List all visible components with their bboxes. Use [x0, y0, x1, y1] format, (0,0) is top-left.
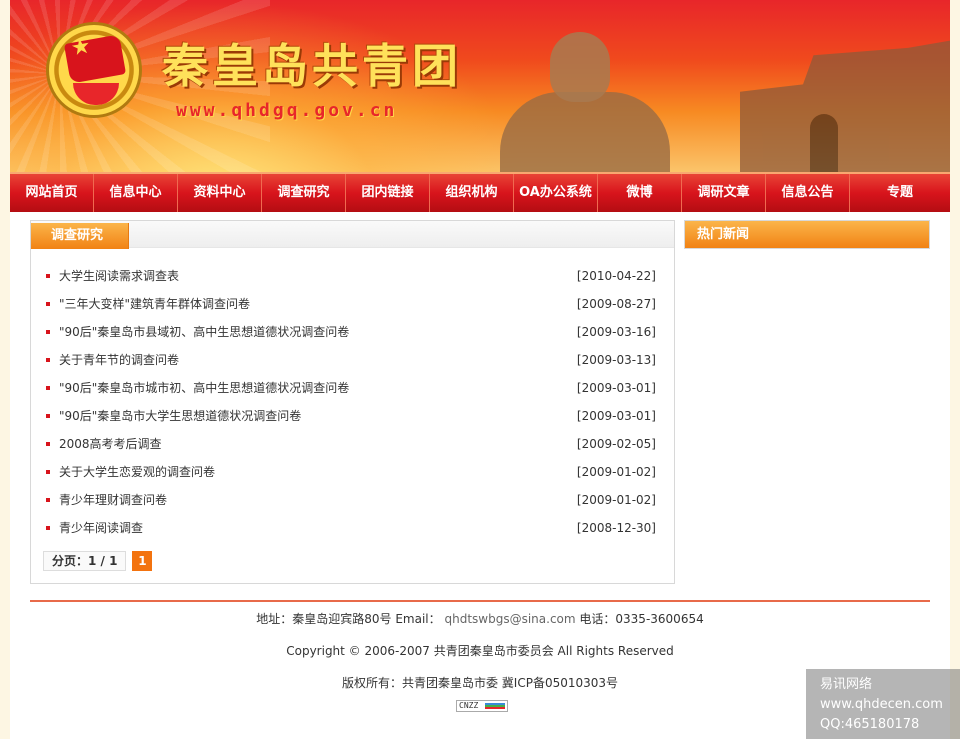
footer-email-link[interactable]: qhdtswbgs@sina.com	[444, 612, 575, 626]
nav-item-4[interactable]: 调查研究	[262, 174, 346, 212]
cnzz-counter-badge[interactable]: CNZZ	[456, 700, 508, 712]
header-banner: ★ 秦皇岛共青团 www.qhdgq.gov.cn	[10, 0, 950, 172]
cnzz-label: CNZZ	[459, 701, 479, 710]
survey-item-title[interactable]: 青少年理财调查问卷	[59, 493, 167, 507]
watermark-line-1: 易讯网络	[820, 677, 873, 692]
cnzz-bars-icon	[485, 703, 505, 709]
bullet-icon	[46, 358, 50, 362]
watermark-line-3: QQ:465180178	[820, 717, 920, 732]
pagination: 分页：1 / 1 1	[43, 551, 153, 571]
hot-news-title: 热门新闻	[685, 221, 929, 248]
nav-item-7[interactable]: OA办公系统	[514, 174, 598, 212]
survey-list-item[interactable]: 关于青年节的调查问卷 [2009-03-13]	[31, 346, 674, 374]
survey-list-item[interactable]: "三年大变样"建筑青年群体调查问卷 [2009-08-27]	[31, 290, 674, 318]
nav-item-9[interactable]: 调研文章	[682, 174, 766, 212]
footer-phone: 电话：0335-3600654	[579, 612, 704, 626]
nav-item-11[interactable]: 专题	[850, 174, 950, 212]
city-gate	[810, 114, 838, 172]
bullet-icon	[46, 498, 50, 502]
nav-item-5[interactable]: 团内链接	[346, 174, 430, 212]
nav-item-2[interactable]: 信息中心	[94, 174, 178, 212]
hot-news-panel: 热门新闻	[684, 220, 930, 249]
statue-body	[500, 92, 670, 172]
footer-contact: 地址：秦皇岛迎宾路80号 Email： qhdtswbgs@sina.com 电…	[10, 610, 950, 627]
survey-item-title[interactable]: "三年大变样"建筑青年群体调查问卷	[59, 297, 250, 311]
statue-head	[550, 32, 610, 102]
survey-item-title[interactable]: "90后"秦皇岛市县域初、高中生思想道德状况调查问卷	[59, 325, 349, 339]
survey-list-item[interactable]: 2008高考考后调查 [2009-02-05]	[31, 430, 674, 458]
youth-league-emblem-icon: ★	[46, 22, 142, 118]
bullet-icon	[46, 386, 50, 390]
survey-panel-title: 调查研究	[31, 223, 129, 249]
survey-item-date: [2009-03-16]	[576, 325, 656, 339]
site-url: www.qhdgq.gov.cn	[176, 100, 398, 121]
survey-list-item[interactable]: "90后"秦皇岛市大学生思想道德状况调查问卷 [2009-03-01]	[31, 402, 674, 430]
survey-item-date: [2008-12-30]	[576, 521, 656, 535]
pagination-info: 分页：1 / 1	[43, 551, 127, 571]
bullet-icon	[46, 442, 50, 446]
survey-item-date: [2009-01-02]	[576, 465, 656, 479]
survey-item-date: [2009-03-01]	[576, 381, 656, 395]
bullet-icon	[46, 330, 50, 334]
bullet-icon	[46, 414, 50, 418]
survey-list-item[interactable]: 大学生阅读需求调查表 [2010-04-22]	[31, 262, 674, 290]
nav-item-6[interactable]: 组织机构	[430, 174, 514, 212]
main-nav: 网站首页 信息中心 资料中心 调查研究 团内链接 组织机构 OA办公系统 微博 调研文章 信息公告…	[10, 172, 950, 212]
survey-item-title[interactable]: "90后"秦皇岛市城市初、高中生思想道德状况调查问卷	[59, 381, 349, 395]
site-title: 秦皇岛共青团	[162, 39, 462, 93]
survey-list-item[interactable]: 青少年理财调查问卷 [2009-01-02]	[31, 486, 674, 514]
page: ★ 秦皇岛共青团 www.qhdgq.gov.cn 网站首页 信息中心 资料中心 调查…	[10, 0, 950, 739]
nav-item-1[interactable]: 网站首页	[10, 174, 94, 212]
survey-panel-header: 调查研究	[31, 221, 674, 249]
bullet-icon	[46, 274, 50, 278]
nav-item-10[interactable]: 信息公告	[766, 174, 850, 212]
bullet-icon	[46, 526, 50, 530]
watermark: 易讯网络 www.qhdecen.com QQ:465180178	[806, 669, 960, 739]
nav-item-3[interactable]: 资料中心	[178, 174, 262, 212]
survey-item-date: [2009-01-02]	[576, 493, 656, 507]
emblem-star-icon: ★	[68, 33, 93, 62]
survey-item-title[interactable]: "90后"秦皇岛市大学生思想道德状况调查问卷	[59, 409, 301, 423]
bullet-icon	[46, 302, 50, 306]
footer-copyright: Copyright © 2006-2007 共青团秦皇岛市委员会 All Rig…	[286, 644, 674, 658]
survey-item-date: [2009-03-01]	[576, 409, 656, 423]
survey-item-date: [2010-04-22]	[576, 269, 656, 283]
survey-item-date: [2009-03-13]	[576, 353, 656, 367]
page-1-button[interactable]: 1	[132, 551, 153, 571]
statue-image	[500, 32, 670, 172]
watermark-line-2: www.qhdecen.com	[820, 697, 943, 712]
survey-item-title[interactable]: 关于青年节的调查问卷	[59, 353, 179, 367]
survey-item-title[interactable]: 2008高考考后调查	[59, 437, 162, 451]
bullet-icon	[46, 470, 50, 474]
survey-list-item[interactable]: "90后"秦皇岛市城市初、高中生思想道德状况调查问卷 [2009-03-01]	[31, 374, 674, 402]
survey-item-date: [2009-02-05]	[576, 437, 656, 451]
footer-address: 地址：秦皇岛迎宾路80号 Email：	[256, 612, 441, 626]
survey-list-item[interactable]: 青少年阅读调查 [2008-12-30]	[31, 514, 674, 542]
survey-list-item[interactable]: 关于大学生恋爱观的调查问卷 [2009-01-02]	[31, 458, 674, 486]
survey-item-date: [2009-08-27]	[576, 297, 656, 311]
city-wall-image	[740, 40, 950, 172]
survey-item-title[interactable]: 关于大学生恋爱观的调查问卷	[59, 465, 215, 479]
survey-panel: 调查研究 大学生阅读需求调查表 [2010-04-22] "三年大变样"建筑青年群体…	[30, 220, 675, 584]
emblem-ribbon	[73, 83, 119, 105]
survey-item-title[interactable]: 大学生阅读需求调查表	[59, 269, 179, 283]
survey-list-item[interactable]: "90后"秦皇岛市县域初、高中生思想道德状况调查问卷 [2009-03-16]	[31, 318, 674, 346]
survey-item-title[interactable]: 青少年阅读调查	[59, 521, 143, 535]
survey-list: 大学生阅读需求调查表 [2010-04-22] "三年大变样"建筑青年群体调查问卷 […	[31, 248, 674, 542]
footer-divider	[30, 600, 930, 602]
nav-item-8[interactable]: 微博	[598, 174, 682, 212]
